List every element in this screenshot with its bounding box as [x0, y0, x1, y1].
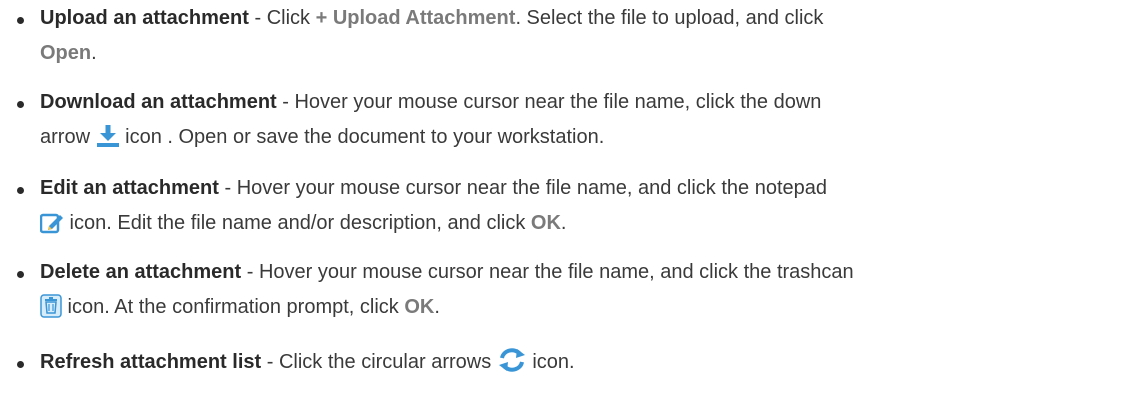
open-label: Open — [40, 42, 92, 64]
refresh-icon — [497, 347, 527, 373]
upload-attachment-label: + Upload Attachment — [315, 7, 516, 29]
item-title: Edit an attachment — [40, 177, 219, 199]
ok-label: OK — [404, 296, 435, 318]
trashcan-icon — [40, 294, 62, 318]
item-text: . — [434, 296, 440, 318]
item-text: . Select the file to upload, and click — [515, 7, 824, 29]
item-text: - Click the circular arrows — [261, 351, 497, 373]
list-item-upload: Upload an attachment - Click + Upload At… — [0, 1, 1131, 71]
item-text: . — [560, 212, 567, 234]
list-item-delete: Delete an attachment - Hover your mouse … — [0, 255, 1131, 325]
item-text: icon. Edit the file name and/or descript… — [64, 212, 531, 234]
item-title: Download an attachment — [40, 91, 277, 113]
item-text: - Hover your mouse cursor near the file … — [241, 261, 854, 283]
item-text: - Hover your mouse cursor near the file … — [218, 177, 828, 199]
item-text: icon. At the confirmation prompt, click — [62, 296, 405, 318]
item-text: . — [91, 42, 97, 64]
item-title: Refresh attachment list — [40, 351, 262, 373]
item-text: arrow — [40, 126, 96, 148]
notepad-edit-icon — [40, 212, 64, 234]
list-item-edit: Edit an attachment - Hover your mouse cu… — [0, 171, 1131, 241]
item-text: icon . Open or save the document to your… — [119, 126, 605, 148]
item-text: icon. — [526, 351, 575, 373]
item-text: - Hover your mouse cursor near the file … — [276, 91, 822, 113]
list-item-refresh: Refresh attachment list - Click the circ… — [0, 345, 1131, 380]
item-title: Upload an attachment — [40, 7, 249, 29]
ok-label: OK — [530, 212, 561, 234]
download-icon — [96, 124, 120, 148]
item-title: Delete an attachment — [40, 261, 242, 283]
item-text: - Click — [248, 7, 316, 29]
list-item-download: Download an attachment - Hover your mous… — [0, 85, 1131, 155]
